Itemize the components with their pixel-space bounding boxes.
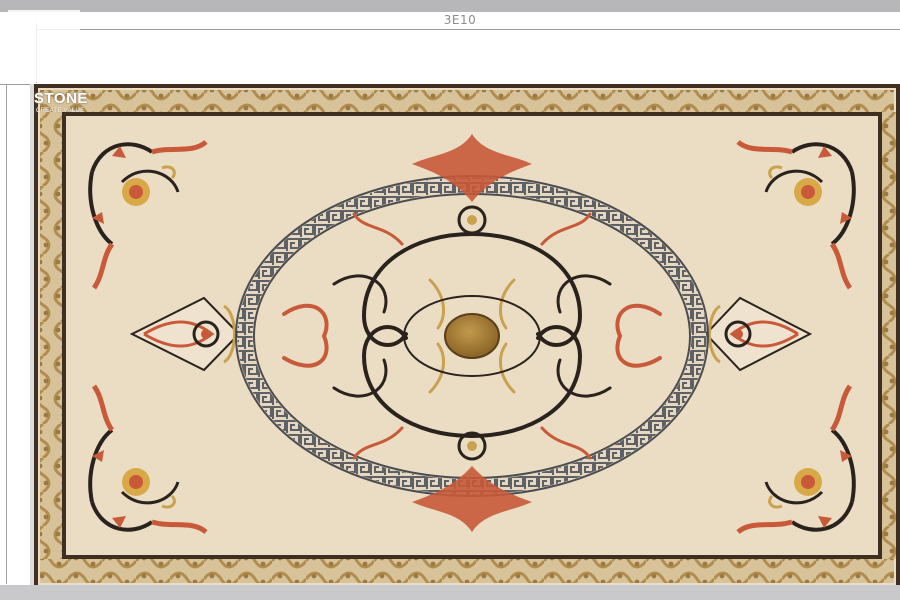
window-bottom-bar: [0, 585, 900, 600]
medallion-center-icon: [444, 313, 500, 359]
width-dimension-label: 3E10: [443, 13, 477, 27]
vine-border-right: [882, 112, 896, 559]
medallion-svg: [34, 84, 900, 589]
vine-border-top: [40, 90, 894, 112]
brand-tagline: CREATE VALUE: [36, 108, 85, 114]
height-dimension-line: [6, 84, 7, 584]
vine-border-bottom: [40, 559, 894, 583]
brand-logo-icon: [8, 10, 80, 82]
brand-name: STONE: [34, 90, 88, 107]
brand-watermark: STONE CREATE VALUE: [0, 0, 88, 120]
vine-border-left: [40, 112, 62, 559]
window-top-bar: [0, 0, 900, 12]
width-dimension-line: [36, 29, 900, 30]
marble-medallion-image: [34, 84, 900, 589]
